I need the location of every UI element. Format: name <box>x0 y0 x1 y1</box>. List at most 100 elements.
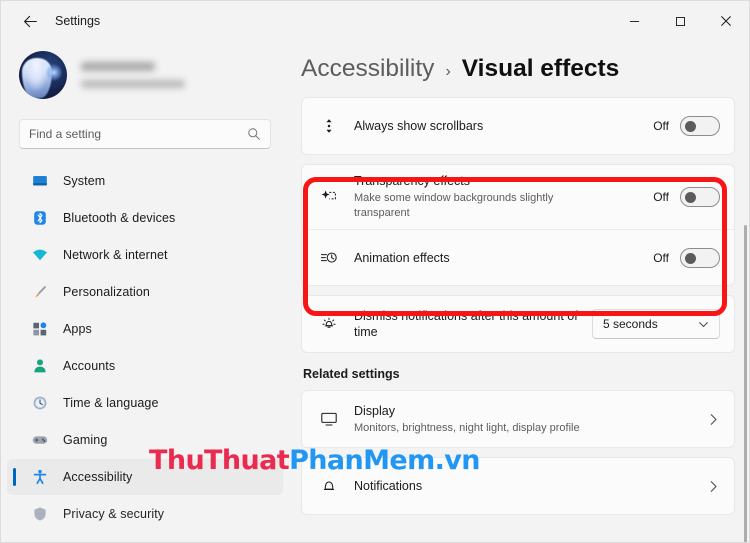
monitor-icon <box>318 410 340 428</box>
watermark: ThuThuatPhanMem.vn <box>149 445 481 476</box>
setting-text: Animation effects <box>354 250 653 266</box>
toggle-knob <box>685 252 696 264</box>
setting-control: Off <box>653 247 720 268</box>
maximize-icon <box>675 16 685 26</box>
dropdown-value: 5 seconds <box>603 317 658 331</box>
setting-text: Dismiss notifications after this amount … <box>354 308 592 340</box>
card-always-show-scrollbars: Always show scrollbars Off <box>301 97 735 155</box>
sidebar-item-label: Bluetooth & devices <box>63 211 176 225</box>
setting-control: Off <box>653 116 720 136</box>
breadcrumb-parent[interactable]: Accessibility <box>301 55 434 83</box>
toggle-always-show-scrollbars[interactable] <box>680 116 720 136</box>
setting-text: Display Monitors, brightness, night ligh… <box>354 403 707 436</box>
bell-icon <box>318 477 340 495</box>
sidebar-item-label: Privacy & security <box>63 507 165 521</box>
sidebar-item-label: Personalization <box>63 285 150 299</box>
search-box[interactable] <box>19 119 271 149</box>
card-effects: Transparency effects Make some window ba… <box>301 164 735 286</box>
window-controls <box>611 1 749 41</box>
setting-text: Notifications <box>354 478 707 494</box>
setting-title: Dismiss notifications after this amount … <box>354 309 578 339</box>
setting-text: Always show scrollbars <box>354 118 653 134</box>
setting-row-animation-effects[interactable]: Animation effects Off <box>302 229 734 285</box>
sidebar-item-network-internet[interactable]: Network & internet <box>7 237 283 273</box>
setting-title: Always show scrollbars <box>354 119 484 133</box>
related-title: Display <box>354 403 395 418</box>
watermark-part2: PhanMem <box>289 445 435 476</box>
toggle-state-label: Off <box>653 119 669 133</box>
animation-icon <box>318 249 340 267</box>
chevron-right-icon <box>710 413 717 425</box>
sidebar-item-label: System <box>63 174 106 188</box>
setting-control: 5 seconds <box>592 309 720 339</box>
page-title: Visual effects <box>461 55 620 82</box>
maximize-button[interactable] <box>657 1 703 41</box>
wifi-icon <box>31 246 49 264</box>
account-email-redacted <box>81 80 185 88</box>
toggle-state-label: Off <box>653 190 669 204</box>
bluetooth-icon <box>31 209 49 227</box>
settings-window: Settings Find a setting System Bluetooth… <box>0 0 750 543</box>
sidebar-item-time-language[interactable]: Time & language <box>7 385 283 421</box>
back-button[interactable] <box>13 6 47 36</box>
related-description: Monitors, brightness, night light, displ… <box>354 421 580 434</box>
sidebar-item-privacy-security[interactable]: Privacy & security <box>7 496 283 532</box>
title-bar: Settings <box>1 1 749 41</box>
dropdown-dismiss-time[interactable]: 5 seconds <box>592 309 720 339</box>
setting-control: Off <box>653 187 720 207</box>
sidebar-item-label: Time & language <box>63 396 159 410</box>
toggle-animation-effects[interactable] <box>680 247 720 268</box>
scrollbar-thumb[interactable] <box>744 225 747 542</box>
accessibility-icon <box>31 468 49 486</box>
account-text <box>81 62 185 88</box>
scrollbar-icon <box>318 117 340 135</box>
related-settings-heading: Related settings <box>303 367 400 381</box>
notification-bell-icon <box>318 315 340 333</box>
chevron-right-icon <box>710 480 717 492</box>
sidebar-item-system[interactable]: System <box>7 163 283 199</box>
search-icon <box>248 128 260 140</box>
card-dismiss-notifications: Dismiss notifications after this amount … <box>301 295 735 353</box>
sidebar-nav: System Bluetooth & devices Network & int… <box>1 163 289 532</box>
shield-icon <box>31 505 49 523</box>
scrollbar-track[interactable] <box>741 129 749 542</box>
breadcrumb: Accessibility › Visual effects <box>301 41 735 97</box>
close-button[interactable] <box>703 1 749 41</box>
sidebar-item-label: Accessibility <box>63 470 133 484</box>
system-icon <box>31 172 49 190</box>
sidebar-item-label: Gaming <box>63 433 108 447</box>
setting-row-always-show-scrollbars[interactable]: Always show scrollbars Off <box>302 98 734 154</box>
watermark-part3: .vn <box>434 445 481 476</box>
sidebar-item-bluetooth-devices[interactable]: Bluetooth & devices <box>7 200 283 236</box>
close-icon <box>721 16 731 26</box>
toggle-transparency-effects[interactable] <box>680 187 720 207</box>
toggle-knob <box>685 121 696 132</box>
related-title: Notifications <box>354 479 423 493</box>
toggle-state-label: Off <box>653 250 669 265</box>
sidebar-item-accounts[interactable]: Accounts <box>7 348 283 384</box>
person-icon <box>31 357 49 375</box>
watermark-part1: ThuThuat <box>149 445 290 476</box>
sidebar-item-apps[interactable]: Apps <box>7 311 283 347</box>
setting-row-dismiss-notifications[interactable]: Dismiss notifications after this amount … <box>302 296 734 352</box>
breadcrumb-separator: › <box>445 63 451 80</box>
sidebar-item-personalization[interactable]: Personalization <box>7 274 283 310</box>
related-row-display[interactable]: Display Monitors, brightness, night ligh… <box>302 391 734 447</box>
account-block[interactable] <box>1 41 289 103</box>
setting-text: Transparency effects Make some window ba… <box>354 173 653 221</box>
search-input[interactable] <box>29 127 247 141</box>
toggle-knob <box>685 192 696 203</box>
gamepad-icon <box>31 431 49 449</box>
setting-title: Animation effects <box>354 250 450 265</box>
setting-row-transparency-effects[interactable]: Transparency effects Make some window ba… <box>302 165 734 229</box>
back-arrow-icon <box>23 15 37 27</box>
sidebar-item-label: Network & internet <box>63 248 168 262</box>
setting-description: Make some window backgrounds slightly tr… <box>354 192 554 219</box>
paintbrush-icon <box>31 283 49 301</box>
search-container <box>19 119 271 149</box>
minimize-button[interactable] <box>611 1 657 41</box>
sparkle-icon <box>318 188 340 206</box>
setting-title: Transparency effects <box>354 174 471 188</box>
minimize-icon <box>629 20 639 22</box>
card-related-display[interactable]: Display Monitors, brightness, night ligh… <box>301 390 735 448</box>
